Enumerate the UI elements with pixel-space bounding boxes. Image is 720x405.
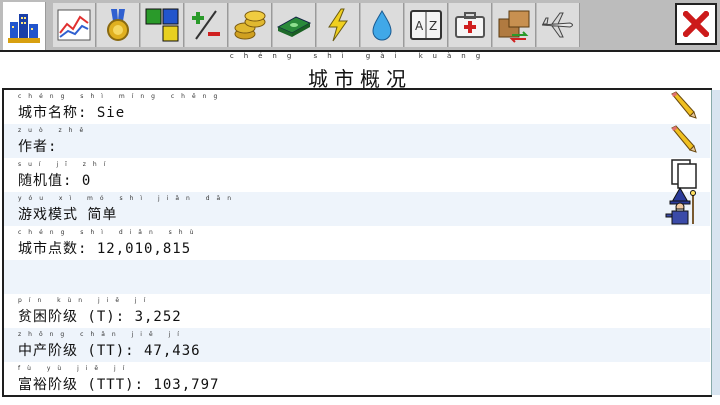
row-poor-class: pín kùn jiē jí 贫困阶级 (T): 3,252 (4, 294, 710, 328)
row-pinyin: suí jī zhí (18, 161, 113, 168)
row-pinyin: fù yù jiē jí (18, 365, 132, 372)
boxes-icon (498, 10, 530, 43)
tab-money[interactable] (273, 3, 316, 47)
title-pinyin: chéng shì gài kuàng (229, 52, 491, 60)
tab-health[interactable] (449, 3, 492, 47)
tab-airport[interactable] (537, 3, 580, 47)
game-mode-label: 游戏模式 简单 (18, 207, 118, 223)
random-seed-label: 随机值: 0 (18, 173, 92, 189)
row-game-mode: yóu xì mó shì jiǎn dān 游戏模式 简单 (4, 186, 710, 226)
author-label: 作者: (18, 139, 58, 155)
row-pinyin: zuò zhě (18, 127, 91, 134)
tab-city-overview[interactable] (3, 2, 46, 50)
row-pinyin: zhōng chǎn jiē jí (18, 331, 186, 338)
tab-coins[interactable] (229, 3, 272, 47)
tab-dictionary[interactable]: A Z (405, 3, 448, 47)
coins-icon (234, 10, 266, 40)
az-book-icon: A Z (410, 10, 442, 40)
wizard-icon[interactable] (660, 186, 700, 226)
city-name-label: 城市名称: Sie (18, 105, 126, 121)
line-graph-icon (57, 9, 91, 41)
water-drop-icon (372, 10, 392, 41)
svg-text:Z: Z (429, 19, 437, 33)
row-author: zuò zhě 作者: (4, 124, 710, 158)
toolbar: A Z (0, 0, 720, 52)
tab-awards[interactable] (97, 3, 140, 47)
tab-trade[interactable] (493, 3, 536, 47)
rich-class-label: 富裕阶级 (TTT): 103,797 (18, 377, 220, 393)
pencil-edit-icon[interactable] (668, 124, 698, 154)
close-button[interactable] (675, 3, 717, 45)
tab-water[interactable] (361, 3, 404, 47)
row-pinyin: chéng shì míng chēng (18, 93, 225, 100)
row-pinyin: pín kùn jiē jí (18, 297, 153, 304)
medal-icon (107, 9, 129, 41)
row-pinyin: chéng shì diǎn shù (18, 229, 201, 236)
city-icon (8, 14, 40, 43)
row-random-seed: suí jī zhí 随机值: 0 (4, 158, 710, 192)
middle-class-label: 中产阶级 (TT): 47,436 (18, 343, 201, 359)
close-x-icon (683, 11, 709, 37)
color-blocks-icon (145, 8, 179, 42)
plus-minus-icon (192, 10, 220, 40)
row-middle-class: zhōng chǎn jiē jí 中产阶级 (TT): 47,436 (4, 328, 710, 362)
lightning-icon (328, 8, 348, 42)
pencil-edit-icon[interactable] (668, 90, 698, 120)
row-city-score: chéng shì diǎn shù 城市点数: 12,010,815 (4, 226, 710, 260)
tab-power[interactable] (317, 3, 360, 47)
row-pinyin: yóu xì mó shì jiǎn dān (18, 195, 238, 202)
first-aid-icon (455, 12, 485, 38)
city-info-panel: chéng shì míng chēng 城市名称: Sie zuò zhě 作… (2, 88, 712, 397)
tab-graphs[interactable] (53, 3, 96, 47)
airplane-icon (541, 12, 573, 38)
poor-class-label: 贫困阶级 (T): 3,252 (18, 309, 182, 325)
tab-zones[interactable] (141, 3, 184, 47)
scrollbar[interactable] (711, 90, 720, 395)
svg-text:A: A (415, 19, 424, 33)
row-rich-class: fù yù jiē jí 富裕阶级 (TTT): 103,797 (4, 362, 710, 396)
money-stack-icon (276, 16, 312, 37)
row-blank (4, 260, 710, 294)
page-header: chéng shì gài kuàng 城市概况 (0, 52, 720, 91)
row-city-name: chéng shì míng chēng 城市名称: Sie (4, 90, 710, 124)
tab-budget[interactable] (185, 3, 228, 47)
city-score-label: 城市点数: 12,010,815 (18, 241, 192, 257)
